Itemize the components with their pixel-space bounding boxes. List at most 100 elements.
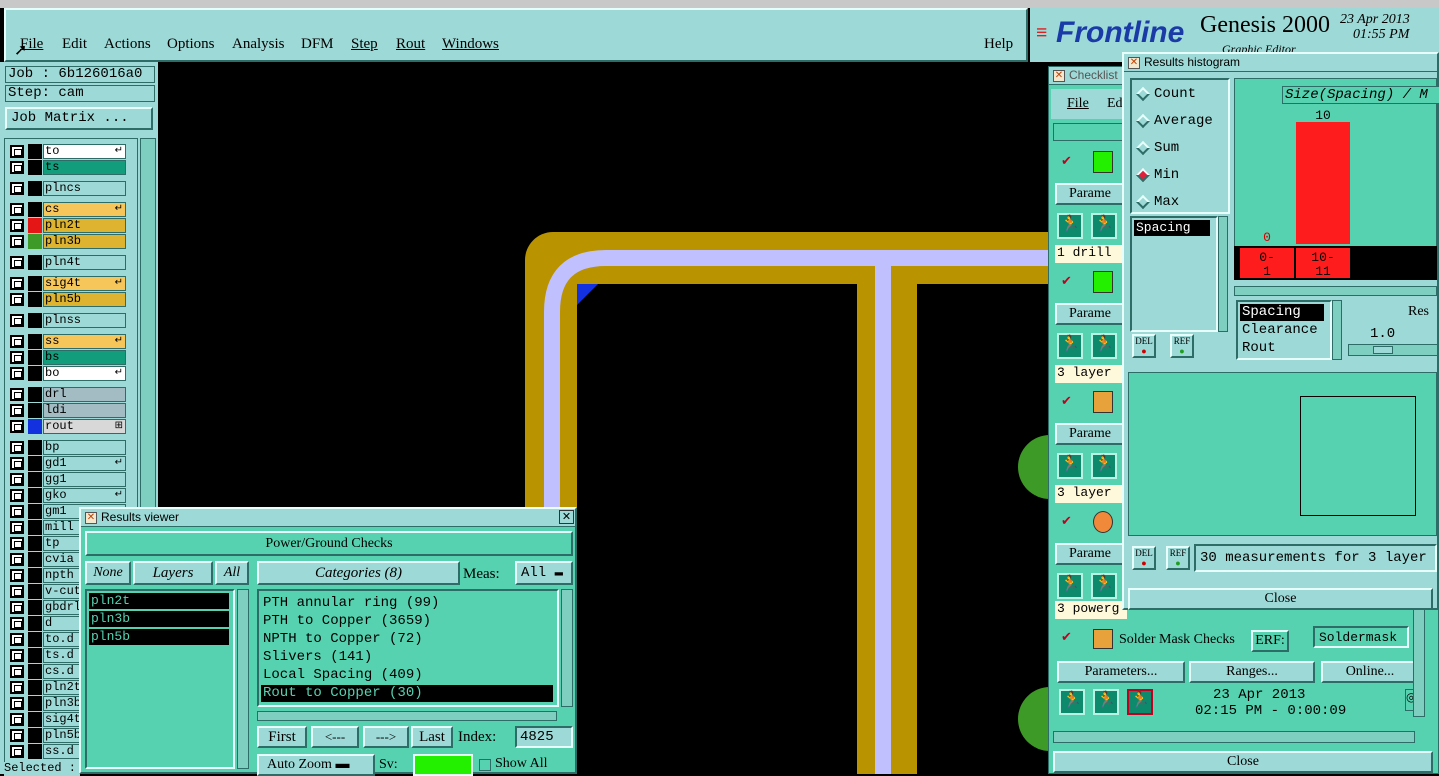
layer-checkbox[interactable]: [10, 182, 24, 195]
layer-color-swatch[interactable]: [28, 234, 42, 249]
run-icon[interactable]: 🏃: [1057, 573, 1083, 599]
layer-row[interactable]: pln2t: [8, 218, 128, 233]
ranges-button[interactable]: Ranges...: [1189, 661, 1315, 683]
layer-color-swatch[interactable]: [28, 255, 42, 270]
layer-checkbox[interactable]: [10, 569, 24, 582]
layer-checkbox[interactable]: [10, 351, 24, 364]
index-field[interactable]: 4825: [515, 726, 573, 748]
layer-checkbox[interactable]: [10, 420, 24, 433]
ref-button-bottom[interactable]: REF ●: [1166, 546, 1190, 570]
layer-color-swatch[interactable]: [28, 472, 42, 487]
checklist-menu-edit[interactable]: Ed: [1107, 96, 1123, 112]
layer-color-swatch[interactable]: [28, 568, 42, 583]
layer-name[interactable]: gg1: [43, 472, 126, 487]
run-icon[interactable]: 🏃: [1057, 453, 1083, 479]
category-list-item[interactable]: PTH annular ring (99): [261, 595, 553, 612]
check-enable-icon[interactable]: ✔: [1061, 153, 1072, 169]
layer-row[interactable]: bo ↵: [8, 366, 128, 381]
parameters-button[interactable]: Parame: [1055, 183, 1129, 205]
categories-button[interactable]: Categories (8): [257, 561, 460, 585]
layer-list-item[interactable]: pln2t: [89, 593, 229, 609]
checklist-menu-file[interactable]: File: [1067, 96, 1089, 112]
layer-color-swatch[interactable]: [28, 536, 42, 551]
checklist-hscroll[interactable]: [1053, 731, 1415, 743]
none-button[interactable]: None: [85, 561, 131, 585]
layer-color-swatch[interactable]: [28, 218, 42, 233]
run-select-icon[interactable]: 🏃: [1091, 213, 1117, 239]
category-list-scroll[interactable]: [561, 589, 573, 707]
layer-row[interactable]: gg1: [8, 472, 128, 487]
menu-options[interactable]: Options: [167, 36, 215, 53]
layer-row[interactable]: bs: [8, 350, 128, 365]
run-select-icon[interactable]: 🏃: [1091, 453, 1117, 479]
layer-checkbox[interactable]: [10, 585, 24, 598]
bottom-list-item[interactable]: Rout: [1240, 340, 1324, 357]
bottom-list-item[interactable]: Spacing: [1240, 304, 1324, 321]
layer-list-item[interactable]: pln3b: [89, 611, 229, 627]
layer-checkbox[interactable]: [10, 335, 24, 348]
parameters-button[interactable]: Parame: [1055, 303, 1129, 325]
layer-row[interactable]: to ↵: [8, 144, 128, 159]
layer-checkbox[interactable]: [10, 681, 24, 694]
window-menu-icon[interactable]: ✕: [1128, 57, 1140, 69]
layer-checkbox[interactable]: [10, 633, 24, 646]
layer-color-swatch[interactable]: [28, 419, 42, 434]
category-list-item[interactable]: NPTH to Copper (72): [261, 631, 553, 648]
layer-color-swatch[interactable]: [28, 292, 42, 307]
layer-checkbox[interactable]: [10, 617, 24, 630]
layer-checkbox[interactable]: [10, 521, 24, 534]
layer-row[interactable]: ldi: [8, 403, 128, 418]
del-button-bottom[interactable]: DEL ●: [1132, 546, 1156, 570]
layer-checkbox[interactable]: [10, 145, 24, 158]
layer-name[interactable]: sig4t ↵: [43, 276, 126, 291]
ref-button[interactable]: REF ●: [1170, 334, 1194, 358]
run-screen-icon[interactable]: 🏃: [1127, 689, 1153, 715]
layer-checkbox[interactable]: [10, 314, 24, 327]
menu-rout[interactable]: Rout: [396, 36, 425, 53]
last-button[interactable]: Last: [411, 726, 453, 748]
layer-color-swatch[interactable]: [28, 276, 42, 291]
run-icon[interactable]: 🏃: [1057, 333, 1083, 359]
layer-row[interactable]: bp: [8, 440, 128, 455]
layer-name[interactable]: pln3b: [43, 234, 126, 249]
parameters-button[interactable]: Parameters...: [1057, 661, 1185, 683]
layer-name[interactable]: cs ↵: [43, 202, 126, 217]
chart-hscroll[interactable]: [1234, 286, 1437, 296]
layer-checkbox[interactable]: [10, 277, 24, 290]
layer-name[interactable]: drl: [43, 387, 126, 402]
layer-name[interactable]: rout ⊞: [43, 419, 126, 434]
layer-color-swatch[interactable]: [28, 600, 42, 615]
layer-name[interactable]: plnss: [43, 313, 126, 328]
layer-checkbox[interactable]: [10, 457, 24, 470]
layer-checkbox[interactable]: [10, 441, 24, 454]
del-button[interactable]: DEL ●: [1132, 334, 1156, 358]
layer-checkbox[interactable]: [10, 601, 24, 614]
layer-color-swatch[interactable]: [28, 712, 42, 727]
layer-color-swatch[interactable]: [28, 456, 42, 471]
check-enable-icon[interactable]: ✔: [1061, 513, 1072, 529]
layer-color-swatch[interactable]: [28, 632, 42, 647]
histogram-close-button[interactable]: Close: [1128, 588, 1433, 610]
top-list-scroll[interactable]: [1218, 216, 1228, 332]
layer-color-swatch[interactable]: [28, 696, 42, 711]
menu-actions[interactable]: Actions: [104, 36, 151, 53]
layer-name[interactable]: plncs: [43, 181, 126, 196]
layer-checkbox[interactable]: [10, 367, 24, 380]
res-slider[interactable]: [1348, 344, 1438, 356]
layer-color-swatch[interactable]: [28, 313, 42, 328]
layer-row[interactable]: ts: [8, 160, 128, 175]
layer-color-swatch[interactable]: [28, 616, 42, 631]
layer-name[interactable]: to ↵: [43, 144, 126, 159]
layer-name[interactable]: ldi: [43, 403, 126, 418]
layer-color-swatch[interactable]: [28, 440, 42, 455]
layer-list-scroll[interactable]: [237, 589, 249, 769]
layer-row[interactable]: pln5b: [8, 292, 128, 307]
sv-color-dropdown[interactable]: [413, 754, 473, 776]
category-list-item[interactable]: Local Spacing (409): [261, 667, 553, 684]
layer-name[interactable]: bo ↵: [43, 366, 126, 381]
online-button[interactable]: Online...: [1321, 661, 1419, 683]
layer-row[interactable]: rout ⊞: [8, 419, 128, 434]
layer-color-swatch[interactable]: [28, 387, 42, 402]
layer-color-swatch[interactable]: [28, 181, 42, 196]
category-list-item[interactable]: Slivers (141): [261, 649, 553, 666]
